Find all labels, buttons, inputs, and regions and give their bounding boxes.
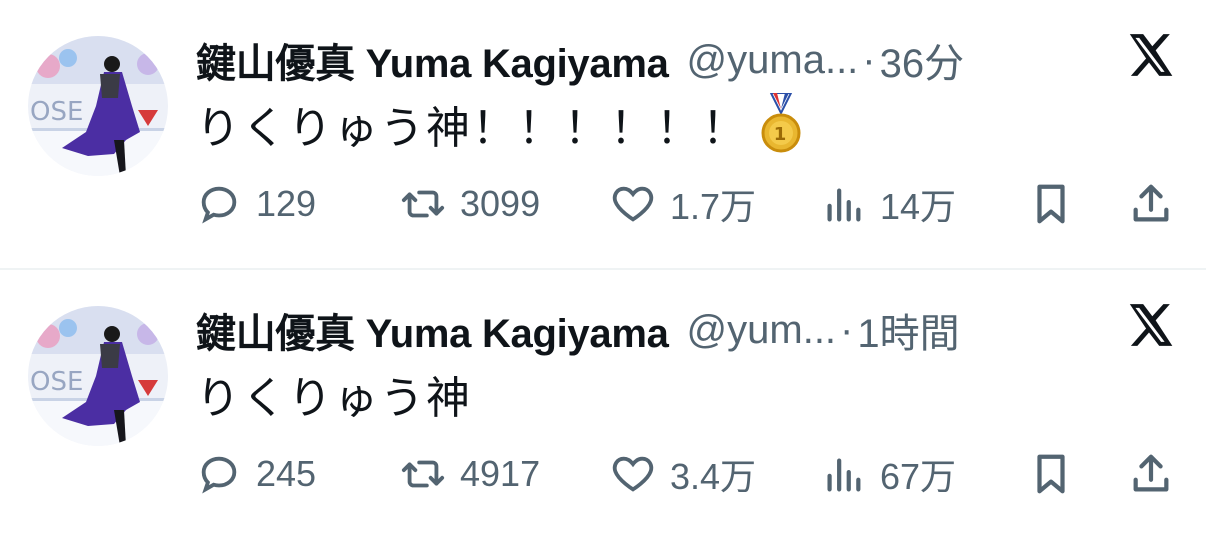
retweet-icon <box>401 190 445 218</box>
action-bar: 129 3099 1.7万 14万 <box>0 176 1206 232</box>
user-handle[interactable]: @yuma... <box>687 38 859 83</box>
gold-medal-icon: 1 <box>761 93 801 153</box>
svg-text:OSE: OSE <box>30 97 83 127</box>
reply-icon <box>201 456 237 494</box>
action-bar: 245 4917 3.4万 67万 <box>0 446 1206 502</box>
view-count: 14万 <box>880 186 957 227</box>
timestamp[interactable]: 1時間 <box>857 301 959 359</box>
reply-count: 129 <box>256 183 317 224</box>
share-button[interactable] <box>1128 446 1174 502</box>
bookmark-icon <box>1037 454 1065 494</box>
bookmark-button[interactable] <box>1028 446 1074 502</box>
reply-count: 245 <box>256 453 317 494</box>
tweet[interactable]: OSE 鍵山優真 Yuma Kagiyama @yuma... · 36分 りく… <box>0 0 1206 268</box>
tweet-body: りくりゅう神！！！！！！ <box>196 104 748 153</box>
svg-text:1: 1 <box>774 124 789 145</box>
like-button[interactable]: 3.4万 <box>610 446 756 502</box>
like-count: 3.4万 <box>670 456 757 497</box>
avatar[interactable]: OSE <box>28 36 168 176</box>
like-count: 1.7万 <box>670 186 757 227</box>
reply-button[interactable]: 245 <box>196 446 316 502</box>
tweet-header: 鍵山優真 Yuma Kagiyama @yum... · 1時間 <box>196 302 960 358</box>
like-button[interactable]: 1.7万 <box>610 176 756 232</box>
avatar-image: OSE <box>28 36 168 176</box>
avatar-image: OSE <box>28 306 168 446</box>
tweet[interactable]: OSE 鍵山優真 Yuma Kagiyama @yum... · 1時間 りくり… <box>0 270 1206 538</box>
display-name[interactable]: 鍵山優真 Yuma Kagiyama <box>196 31 669 89</box>
share-icon <box>1133 454 1169 492</box>
views-icon <box>827 458 861 492</box>
heart-icon <box>612 456 654 492</box>
tweet-header: 鍵山優真 Yuma Kagiyama @yuma... · 36分 <box>196 32 964 88</box>
bookmark-button[interactable] <box>1028 176 1074 232</box>
views-button[interactable]: 14万 <box>820 176 956 232</box>
views-button[interactable]: 67万 <box>820 446 956 502</box>
tweet-text: りくりゅう神 <box>196 362 472 426</box>
x-logo-icon[interactable] <box>1124 30 1174 80</box>
heart-icon <box>612 186 654 222</box>
retweet-button[interactable]: 4917 <box>400 446 540 502</box>
avatar[interactable]: OSE <box>28 306 168 446</box>
views-icon <box>827 188 861 222</box>
separator-dot: · <box>862 37 876 82</box>
x-logo-icon[interactable] <box>1124 300 1174 350</box>
share-button[interactable] <box>1128 176 1174 232</box>
tweet-body: りくりゅう神 <box>196 374 472 423</box>
retweet-icon <box>401 460 445 488</box>
separator-dot: · <box>840 307 854 352</box>
retweet-count: 4917 <box>460 453 541 494</box>
svg-text:OSE: OSE <box>30 367 83 397</box>
user-handle[interactable]: @yum... <box>687 308 837 353</box>
retweet-count: 3099 <box>460 183 541 224</box>
share-icon <box>1133 184 1169 222</box>
retweet-button[interactable]: 3099 <box>400 176 540 232</box>
reply-button[interactable]: 129 <box>196 176 316 232</box>
view-count: 67万 <box>880 456 957 497</box>
timestamp[interactable]: 36分 <box>880 31 965 89</box>
tweet-text: りくりゅう神！！！！！！ 1 <box>196 92 802 156</box>
display-name[interactable]: 鍵山優真 Yuma Kagiyama <box>196 301 669 359</box>
bookmark-icon <box>1037 184 1065 224</box>
reply-icon <box>201 186 237 224</box>
